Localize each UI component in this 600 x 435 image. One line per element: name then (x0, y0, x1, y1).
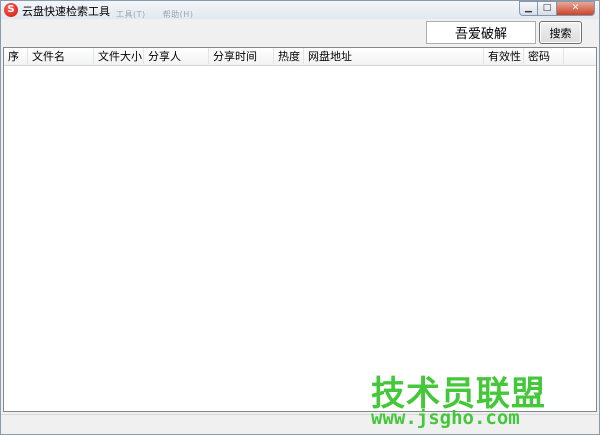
column-header-share-time[interactable]: 分享时间 (209, 48, 274, 66)
column-header-password[interactable]: 密码 (524, 48, 564, 66)
minimize-icon: ▁ (525, 3, 532, 13)
window-controls: ▁ □ ✕ (519, 1, 595, 16)
list-header: 序 文件名 文件大小 分享人 分享时间 热度 网盘地址 有效性 密码 (4, 48, 596, 66)
column-header-filename[interactable]: 文件名 (28, 48, 94, 66)
column-header-disk-url[interactable]: 网盘地址 (304, 48, 484, 66)
search-toolbar: 搜索 (1, 19, 599, 47)
window-title: 云盘快速检索工具 (22, 5, 110, 18)
menu-item-help[interactable]: 帮助(H) (163, 10, 194, 19)
maximize-button[interactable]: □ (538, 1, 557, 16)
maximize-icon: □ (542, 3, 552, 13)
close-button[interactable]: ✕ (557, 1, 595, 16)
search-button[interactable]: 搜索 (539, 21, 582, 44)
app-window: S 云盘快速检索工具 工具(T) 帮助(H) ▁ □ ✕ 搜索 序 文件名 文件… (0, 0, 600, 435)
column-header-popularity[interactable]: 热度 (274, 48, 304, 66)
title-bar[interactable]: S 云盘快速检索工具 工具(T) 帮助(H) ▁ □ ✕ (1, 1, 599, 19)
minimize-button[interactable]: ▁ (519, 1, 538, 16)
results-list[interactable]: 序 文件名 文件大小 分享人 分享时间 热度 网盘地址 有效性 密码 (3, 47, 597, 412)
menu-item-tools[interactable]: 工具(T) (116, 10, 146, 19)
app-logo-icon[interactable]: S (4, 3, 18, 17)
watermark-url: www.jsgho.com (371, 407, 520, 429)
site-watermark: 技术员联盟 www.jsgho.com (371, 366, 581, 429)
search-input[interactable] (426, 21, 536, 44)
column-header-sharer[interactable]: 分享人 (144, 48, 209, 66)
column-header-validity[interactable]: 有效性 (484, 48, 524, 66)
column-header-filesize[interactable]: 文件大小 (94, 48, 144, 66)
close-icon: ✕ (571, 3, 580, 13)
column-header-index[interactable]: 序 (4, 48, 28, 66)
